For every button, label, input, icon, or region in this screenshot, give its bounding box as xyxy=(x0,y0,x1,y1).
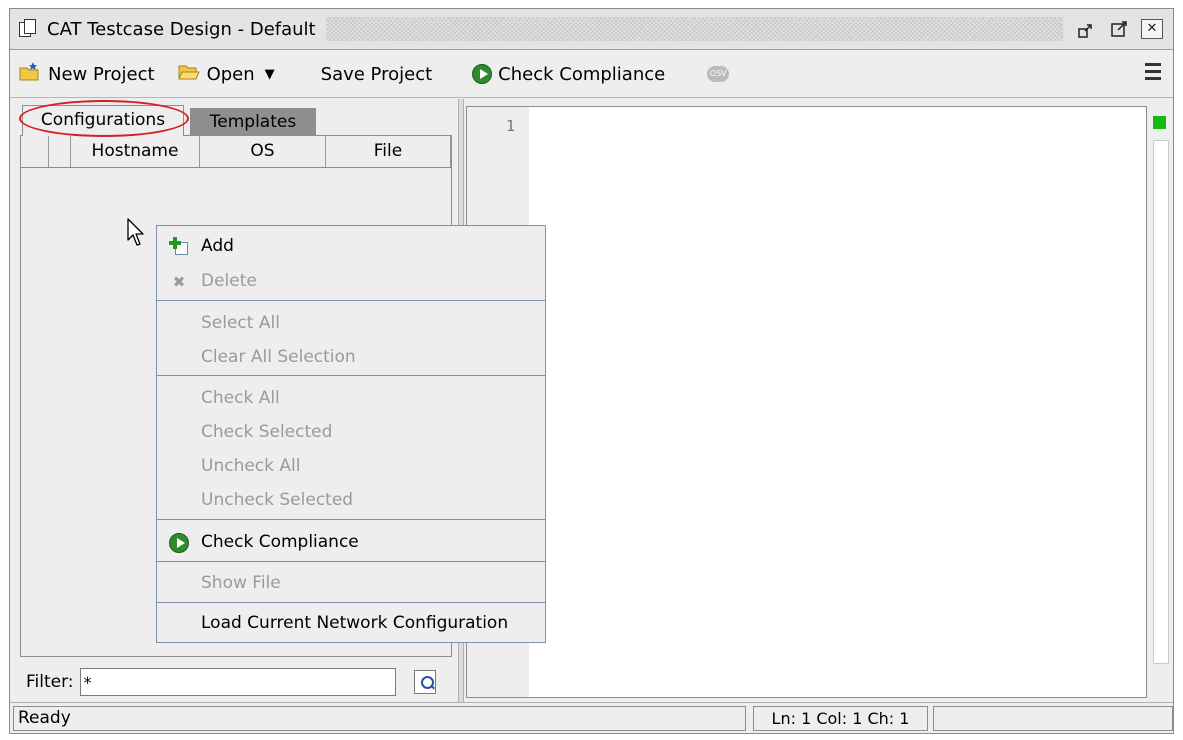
menu-item-label: Uncheck All xyxy=(201,456,301,476)
play-icon xyxy=(169,533,189,553)
menu-item-label: Load Current Network Configuration xyxy=(201,613,509,633)
window-title: CAT Testcase Design - Default xyxy=(47,18,316,40)
menu-item-load-current-network-configuration[interactable]: Load Current Network Configuration xyxy=(157,607,545,639)
menu-item-select-all[interactable]: Select All xyxy=(157,307,545,339)
status-marker xyxy=(1153,116,1166,129)
open-folder-icon xyxy=(177,61,201,88)
close-icon[interactable]: ✕ xyxy=(1141,19,1163,39)
check-compliance-button[interactable]: Check Compliance xyxy=(472,64,665,85)
overview-ruler xyxy=(1150,106,1172,698)
menu-item-clear-all-selection[interactable]: Clear All Selection xyxy=(157,341,545,373)
osv-icon: OSV xyxy=(707,66,730,82)
progress-bar xyxy=(933,706,1173,731)
open-label: Open xyxy=(206,63,255,85)
add-icon xyxy=(169,237,189,257)
osv-button[interactable]: OSV xyxy=(707,66,730,82)
filter-label: Filter: xyxy=(26,672,74,692)
menu-separator xyxy=(157,602,545,603)
toolbar: New Project Open ▼ Save Project Check Co… xyxy=(10,51,1173,98)
menu-item-label: Delete xyxy=(201,271,257,291)
menu-item-label: Select All xyxy=(201,313,280,333)
menu-item-check-compliance[interactable]: Check Compliance xyxy=(157,526,545,558)
column-header-os[interactable]: OS xyxy=(200,136,326,167)
save-project-label: Save Project xyxy=(320,63,433,85)
menu-icon[interactable] xyxy=(1145,63,1161,83)
tab-configurations[interactable]: Configurations xyxy=(22,105,184,136)
mouse-cursor-icon xyxy=(127,218,147,248)
new-project-label: New Project xyxy=(48,63,155,85)
column-header-file[interactable]: File xyxy=(326,136,451,167)
cursor-position: Ln: 1 Col: 1 Ch: 1 xyxy=(753,706,928,731)
menu-item-show-file[interactable]: Show File xyxy=(157,567,545,599)
menu-separator xyxy=(157,375,545,376)
check-compliance-label: Check Compliance xyxy=(498,63,666,85)
menu-item-label: Check Compliance xyxy=(201,532,359,552)
menu-item-label: Add xyxy=(201,236,234,256)
menu-item-label: Show File xyxy=(201,573,281,593)
menu-separator xyxy=(157,561,545,562)
filter-row: Filter: xyxy=(20,665,452,699)
menu-item-uncheck-all[interactable]: Uncheck All xyxy=(157,450,545,482)
open-button[interactable]: Open ▼ xyxy=(177,61,275,88)
save-project-button[interactable]: Save Project xyxy=(321,64,433,85)
maximize-icon[interactable] xyxy=(1109,19,1131,39)
play-icon xyxy=(472,64,493,84)
code-editor[interactable]: 1 xyxy=(466,106,1147,698)
context-menu: Add ✖ Delete Select All Clear All Select… xyxy=(156,225,546,643)
menu-item-label: Check All xyxy=(201,388,280,408)
menu-item-add[interactable]: Add xyxy=(157,230,545,262)
column-header-checkbox[interactable] xyxy=(21,136,49,167)
menu-item-label: Uncheck Selected xyxy=(201,490,354,510)
line-number: 1 xyxy=(505,117,515,135)
tab-templates[interactable]: Templates xyxy=(190,108,316,135)
new-project-button[interactable]: New Project xyxy=(18,61,155,88)
filter-input[interactable] xyxy=(79,668,396,696)
menu-separator xyxy=(157,300,545,301)
menu-item-label: Check Selected xyxy=(201,422,333,442)
menu-item-label: Clear All Selection xyxy=(201,347,356,367)
delete-icon: ✖ xyxy=(172,273,186,291)
menu-item-uncheck-selected[interactable]: Uncheck Selected xyxy=(157,484,545,516)
table-header: Hostname OS File xyxy=(21,136,451,168)
new-folder-icon xyxy=(18,61,42,88)
undock-icon[interactable] xyxy=(1077,19,1099,39)
title-grip xyxy=(325,17,1063,41)
status-text: Ready xyxy=(13,706,746,731)
title-bar[interactable]: CAT Testcase Design - Default ✕ xyxy=(10,9,1173,50)
menu-item-delete[interactable]: ✖ Delete xyxy=(157,265,545,297)
menu-item-check-all[interactable]: Check All xyxy=(157,382,545,414)
chevron-down-icon[interactable]: ▼ xyxy=(265,67,275,82)
menu-separator xyxy=(157,519,545,520)
vertical-scrollbar[interactable] xyxy=(1153,140,1169,664)
column-header-hostname[interactable]: Hostname xyxy=(71,136,200,167)
menu-item-check-selected[interactable]: Check Selected xyxy=(157,416,545,448)
search-icon[interactable] xyxy=(413,670,436,694)
status-bar: Ready Ln: 1 Col: 1 Ch: 1 xyxy=(10,702,1173,733)
document-icon xyxy=(17,18,39,40)
column-header-status[interactable] xyxy=(49,136,71,167)
